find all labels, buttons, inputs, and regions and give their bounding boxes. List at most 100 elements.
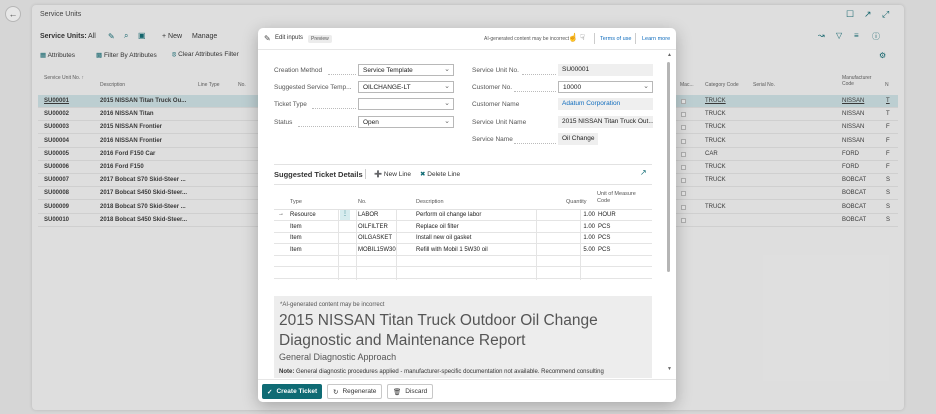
edit-inputs-link[interactable]: Edit inputs [275, 35, 303, 41]
report-note: Note: General diagnostic procedures appl… [279, 369, 604, 375]
share-icon[interactable]: ↗ [640, 168, 647, 177]
delete-line-button[interactable]: ✖ Delete Line [420, 170, 460, 178]
ai-ticket-dialog: ✎ Edit inputs Preview AI-generated conte… [258, 28, 676, 402]
grid-cell-no[interactable]: OILGASKET [358, 235, 392, 241]
grid-row[interactable]: Item OILGASKET Install new oil gasket 1.00 P… [274, 233, 652, 245]
report-subtitle: General Diagnostic Approach [279, 352, 397, 362]
create-ticket-label: Create Ticket [276, 388, 318, 395]
divider [365, 169, 366, 179]
grid-cell-quantity[interactable]: 1.00 [557, 224, 595, 230]
grid-cell-type[interactable]: Item [290, 224, 302, 230]
refresh-icon: ↻ [333, 388, 339, 396]
suggested-template-select[interactable]: OILCHANGE-LT ⌄ [358, 81, 454, 93]
chevron-down-icon: ⌄ [444, 100, 450, 107]
row-actions-icon[interactable]: ⋮ [340, 210, 350, 220]
delete-line-label: Delete Line [427, 171, 461, 178]
service-unit-no-label: Service Unit No. [472, 67, 519, 74]
grid-cell-no[interactable]: MOBIL15W30 [358, 247, 396, 253]
grid-cell-description[interactable]: Refill with Mobil 1 5W30 oil [416, 247, 488, 253]
thumbs-down-icon[interactable]: ☟ [580, 33, 585, 42]
scroll-down-icon[interactable]: ▼ [667, 366, 672, 372]
header-description[interactable]: Description [416, 199, 444, 205]
terms-of-use-link[interactable]: Terms of use [600, 36, 631, 42]
creation-method-value: Service Template [363, 67, 413, 74]
service-name-label: Service Name [472, 136, 513, 143]
creation-method-label: Creation Method [274, 67, 323, 74]
header-no[interactable]: No. [358, 199, 367, 205]
grid-column-divider [338, 210, 339, 280]
dialog-footer: ✓ Create Ticket ↻ Regenerate 🗑 Discard [258, 379, 676, 402]
grid-row[interactable] [274, 268, 652, 279]
scrollbar-thumb[interactable] [667, 62, 670, 272]
leader-dots [298, 126, 356, 127]
customer-name-link[interactable]: Adatum Corporation [558, 98, 653, 110]
leader-dots [514, 143, 556, 144]
chevron-down-icon: ⌄ [444, 66, 450, 73]
ticket-type-label: Ticket Type [274, 101, 307, 108]
header-quantity[interactable]: Quantity [566, 199, 586, 205]
grid-row[interactable]: → ⋮ Resource LABOR Perform oil change labor 1… [274, 210, 652, 221]
report-ai-notice: *AI-generated content may be incorrect [280, 302, 385, 308]
grid-cell-description[interactable]: Install new oil gasket [416, 235, 471, 241]
grid-cell-quantity[interactable]: 1.00 [557, 212, 595, 218]
suggested-template-label: Suggested Service Temp... [274, 84, 352, 91]
customer-no-select[interactable]: 10000 ⌄ [558, 81, 653, 93]
grid-cell-description[interactable]: Perform oil change labor [416, 212, 481, 218]
grid-cell-uom[interactable]: HOUR [598, 212, 616, 218]
header-type[interactable]: Type [290, 199, 302, 205]
grid-cell-quantity[interactable]: 5.00 [557, 247, 595, 253]
grid-cell-type[interactable]: Item [290, 235, 302, 241]
grid-cell-uom[interactable]: PCS [598, 224, 610, 230]
new-line-icon: ➕ [374, 171, 384, 178]
create-ticket-button[interactable]: ✓ Create Ticket [262, 384, 323, 399]
suggested-template-value: OILCHANGE-LT [363, 84, 411, 91]
learn-more-link[interactable]: Learn more [642, 36, 670, 42]
customer-name-label: Customer Name [472, 101, 520, 108]
ticket-type-select[interactable]: ⌄ [358, 98, 454, 110]
chevron-down-icon: ⌄ [643, 83, 649, 90]
preview-badge: Preview [308, 35, 332, 43]
grid-row[interactable]: Item MOBIL15W30 Refill with Mobil 1 5W30 o… [274, 245, 652, 256]
grid-cell-quantity[interactable]: 1.00 [557, 235, 595, 241]
grid-cell-description[interactable]: Replace oil filter [416, 224, 459, 230]
leader-dots [514, 91, 556, 92]
header-uom[interactable]: Unit of Measure Code [597, 191, 642, 205]
regenerate-label: Regenerate [342, 388, 377, 395]
grid-cell-type[interactable]: Resource [290, 212, 316, 218]
grid-cell-type[interactable]: Item [290, 247, 302, 253]
service-name-value: Oil Change [558, 133, 598, 145]
thumbs-up-icon[interactable]: ☝ [568, 33, 578, 42]
grid-cell-no[interactable]: LABOR [358, 212, 378, 218]
dialog-scrollbar[interactable]: ▲ ▼ [666, 52, 672, 374]
grid-column-divider [356, 210, 357, 280]
scroll-up-icon[interactable]: ▲ [667, 52, 672, 58]
section-divider [274, 184, 652, 185]
grid-cell-no[interactable]: OILFILTER [358, 224, 388, 230]
grid-cell-uom[interactable]: PCS [598, 247, 610, 253]
ai-report-panel: *AI-generated content may be incorrect 2… [274, 296, 652, 378]
dialog-top-bar: ✎ Edit inputs Preview AI-generated conte… [258, 28, 676, 50]
divider [635, 33, 636, 44]
chevron-down-icon: ⌄ [444, 118, 450, 125]
divider [594, 33, 595, 44]
status-label: Status [274, 119, 293, 126]
grid-cell-uom[interactable]: PCS [598, 235, 610, 241]
new-line-button[interactable]: ➕ New Line [374, 170, 411, 178]
grid-row[interactable]: Item OILFILTER Replace oil filter 1.00 PCS [274, 222, 652, 233]
status-value: Open [363, 119, 379, 126]
trash-icon: 🗑 [393, 388, 402, 396]
creation-method-select[interactable]: Service Template ⌄ [358, 64, 454, 76]
discard-button[interactable]: 🗑 Discard [387, 384, 434, 399]
regenerate-button[interactable]: ↻ Regenerate [327, 384, 383, 399]
checkmark-icon: ✓ [267, 388, 273, 396]
grid-column-divider [536, 210, 537, 280]
status-select[interactable]: Open ⌄ [358, 116, 454, 128]
grid-row[interactable] [274, 256, 652, 268]
discard-label: Discard [405, 388, 428, 395]
ai-notice: AI-generated content may be incorrect [484, 36, 570, 42]
lines-title: Suggested Ticket Details [274, 170, 363, 179]
edit-pencil-icon[interactable]: ✎ [264, 34, 271, 43]
report-title: 2015 NISSAN Titan Truck Outdoor Oil Chan… [279, 312, 598, 349]
service-unit-name-value: 2015 NISSAN Titan Truck Out... [558, 116, 653, 128]
service-unit-no-value: SU00001 [558, 64, 653, 76]
